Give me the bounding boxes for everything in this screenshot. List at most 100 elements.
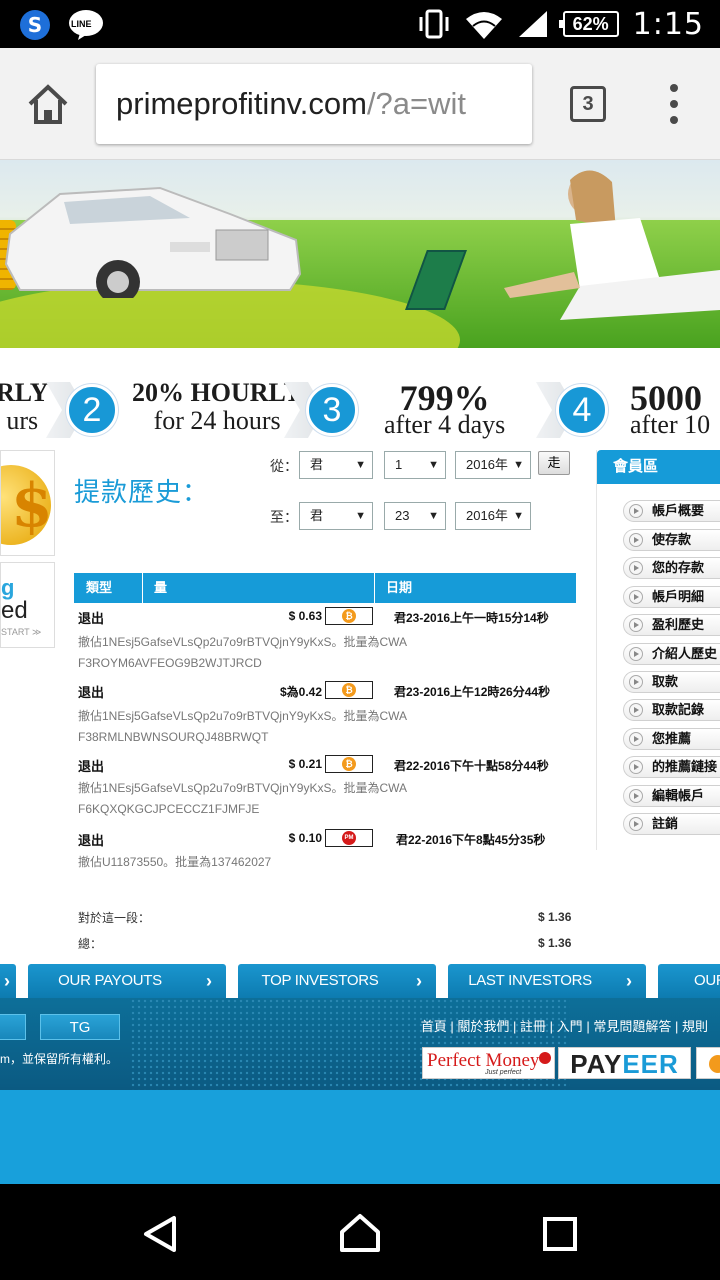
- arrow-right-icon: [629, 703, 643, 717]
- battery-indicator: 62%: [558, 11, 619, 37]
- social-button[interactable]: [0, 1014, 26, 1040]
- footer-link-register[interactable]: 註冊: [520, 1019, 546, 1034]
- wifi-icon: [465, 12, 502, 39]
- footer-nav-prev[interactable]: ›: [0, 964, 16, 998]
- screen: S LINE 62% 1:15 primeprofitinv.com/?a=wi…: [0, 0, 720, 1280]
- home-icon[interactable]: [26, 82, 70, 126]
- url-host: primeprofitinv.com: [116, 86, 367, 121]
- telegram-button[interactable]: TG: [40, 1014, 120, 1040]
- chevron-right-icon: ›: [206, 971, 212, 991]
- bitcoin-icon: ₿: [325, 755, 373, 773]
- member-area-panel: 會員區 帳戶概要 使存款 您的存款 帳戶明細 盈利歷史 介紹人歷史 取款 取款記…: [596, 450, 720, 850]
- bitcoin-icon: ₿: [325, 681, 373, 699]
- member-menu-account-summary[interactable]: 帳戶概要: [623, 500, 720, 522]
- member-menu-logout[interactable]: 註銷: [623, 813, 720, 835]
- member-menu-your-deposits[interactable]: 您的存款: [623, 557, 720, 579]
- bitcoin-logo: [696, 1047, 720, 1079]
- arrow-right-icon: [629, 817, 643, 831]
- dollar-icon: $: [1, 465, 53, 545]
- member-menu-your-referrals[interactable]: 您推薦: [623, 728, 720, 750]
- footer-link-about[interactable]: 關於我們: [457, 1019, 509, 1034]
- member-menu-referral-history[interactable]: 介紹人歷史: [623, 643, 720, 665]
- footer-links: 首頁 | 關於我們 | 註冊 | 入門 | 常見問題解答 | 規則: [420, 1019, 708, 1034]
- period-total-value: $ 1.36: [538, 910, 572, 924]
- footer-link-faq[interactable]: 常見問題解答: [593, 1019, 671, 1034]
- arrow-right-icon: [629, 504, 643, 518]
- home-nav-icon[interactable]: [338, 1212, 382, 1254]
- footer-link-rules[interactable]: 規則: [682, 1019, 708, 1034]
- chevron-right-icon: ›: [416, 971, 422, 991]
- perfect-money-icon: PM: [325, 829, 373, 847]
- period-total-label: 對於這一段：: [78, 911, 151, 925]
- start-promo-box[interactable]: g ed START ≫: [0, 562, 55, 648]
- arrow-right-icon: [629, 618, 643, 632]
- member-menu-account-details[interactable]: 帳戶明細: [623, 586, 720, 608]
- plan-4: 5000 after 10: [630, 378, 711, 439]
- footer-nav-our-payouts[interactable]: OUR PAYOUTS ›: [28, 964, 226, 998]
- header-date: 日期: [386, 580, 413, 595]
- footer-nav: › OUR PAYOUTS › TOP INVESTORS › LAST INVES…: [0, 962, 720, 998]
- vibrate-icon: [419, 9, 449, 39]
- woman-image: [504, 170, 720, 320]
- url-bar[interactable]: primeprofitinv.com/?a=wit: [96, 64, 532, 144]
- to-month-select[interactable]: 君: [299, 502, 373, 530]
- arrow-right-icon: [629, 647, 643, 661]
- limousine-image: [4, 186, 302, 298]
- hero-banner: [0, 160, 720, 348]
- arrow-right-icon: [629, 760, 643, 774]
- footer-nav-our[interactable]: OUR: [658, 964, 720, 998]
- arrow-right-icon: [629, 561, 643, 575]
- footer-link-home[interactable]: 首頁: [421, 1019, 447, 1034]
- from-year-select[interactable]: 2016年: [455, 451, 531, 479]
- back-icon[interactable]: [140, 1214, 180, 1254]
- header-type: 類型: [86, 580, 113, 595]
- copyright: m，並保留所有權利。: [0, 1052, 118, 1066]
- header-amount: 量: [154, 580, 168, 595]
- overflow-menu-icon[interactable]: [664, 84, 684, 124]
- arrow-right-icon: [629, 789, 643, 803]
- browser-toolbar: primeprofitinv.com/?a=wit 3: [0, 48, 720, 160]
- member-menu-withdraw[interactable]: 取款: [623, 671, 720, 693]
- clock: 1:15: [632, 6, 704, 42]
- investment-plans-strip: RLY urs 2 20% HOURLY for 24 hours 3 799% af…: [0, 378, 720, 442]
- to-label: 至：: [270, 509, 298, 525]
- payeer-logo: PAYEER: [558, 1047, 691, 1079]
- to-year-select[interactable]: 2016年: [455, 502, 531, 530]
- footer-link-login[interactable]: 入門: [557, 1019, 583, 1034]
- member-menu-deposit[interactable]: 使存款: [623, 529, 720, 551]
- line-label: LINE: [71, 19, 92, 29]
- arrow-right-icon: [629, 732, 643, 746]
- page-title: 提款歷史：: [74, 477, 210, 507]
- to-day-select[interactable]: 23: [384, 502, 446, 530]
- member-menu-earnings-history[interactable]: 盈利歷史: [623, 614, 720, 636]
- dollar-promo-box[interactable]: $: [0, 450, 55, 556]
- tab-switcher-button[interactable]: 3: [570, 86, 606, 122]
- from-month-select[interactable]: 君: [299, 451, 373, 479]
- from-day-select[interactable]: 1: [384, 451, 446, 479]
- svg-text:S: S: [28, 13, 42, 37]
- member-area-title: 會員區: [597, 450, 720, 484]
- plan-2-number: 2: [66, 384, 118, 436]
- recents-icon[interactable]: [542, 1216, 578, 1252]
- android-nav-bar: [0, 1184, 720, 1280]
- url-path: /?a=wit: [366, 86, 467, 121]
- status-bar: S LINE 62% 1:15: [0, 0, 720, 48]
- site-footer: TG 首頁 | 關於我們 | 註冊 | 入門 | 常見問題解答 | 規則 m，並…: [0, 998, 720, 1090]
- plan-1: RLY urs: [0, 378, 49, 435]
- footer-nav-last-investors[interactable]: LAST INVESTORS ›: [448, 964, 646, 998]
- grand-total-value: $ 1.36: [538, 936, 572, 950]
- member-menu-referral-links[interactable]: 的推薦鏈接: [623, 756, 720, 778]
- go-button[interactable]: 走: [538, 451, 570, 475]
- plan-4-number: 4: [556, 384, 608, 436]
- chevron-right-icon: ›: [626, 971, 632, 991]
- bitcoin-icon: ₿: [325, 607, 373, 625]
- member-menu-withdrawal-history[interactable]: 取款記錄: [623, 699, 720, 721]
- footer-nav-top-investors[interactable]: TOP INVESTORS ›: [238, 964, 436, 998]
- from-label: 從：: [270, 458, 298, 474]
- arrow-right-icon: [629, 675, 643, 689]
- plan-2: 20% HOURLY for 24 hours: [132, 378, 303, 435]
- member-menu-edit-account[interactable]: 編輯帳戶: [623, 785, 720, 807]
- signal-icon: [518, 11, 547, 37]
- arrow-right-icon: [629, 590, 643, 604]
- s-app-icon: S: [20, 10, 50, 40]
